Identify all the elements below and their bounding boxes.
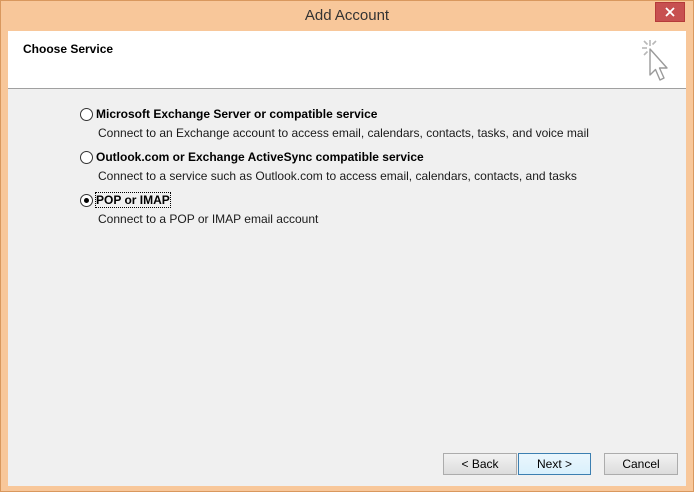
close-button[interactable]	[655, 2, 685, 22]
activesync-description: Connect to a service such as Outlook.com…	[98, 169, 577, 183]
activesync-radio[interactable]	[80, 151, 93, 164]
title-bar[interactable]: Add Account	[1, 1, 693, 31]
close-icon	[665, 7, 675, 17]
back-button[interactable]: < Back	[443, 453, 517, 475]
wizard-client-area: Choose Service Microsoft Exchange Server…	[8, 31, 686, 486]
page-title: Choose Service	[23, 42, 114, 56]
exchange-label[interactable]: Microsoft Exchange Server or compatible …	[96, 107, 377, 121]
exchange-description: Connect to an Exchange account to access…	[98, 126, 589, 140]
activesync-label[interactable]: Outlook.com or Exchange ActiveSync compa…	[96, 150, 424, 164]
cancel-button[interactable]: Cancel	[604, 453, 678, 475]
exchange-radio[interactable]	[80, 108, 93, 121]
wizard-cursor-icon	[642, 40, 668, 81]
add-account-window: Add Account Choose Service Microsoft Exc…	[0, 0, 694, 492]
pop-imap-label[interactable]: POP or IMAP	[95, 192, 171, 208]
pop-imap-radio[interactable]	[80, 194, 93, 207]
wizard-header: Choose Service	[8, 31, 686, 89]
pop-imap-description: Connect to a POP or IMAP email account	[98, 212, 319, 226]
next-button[interactable]: Next >	[518, 453, 591, 475]
window-title: Add Account	[304, 7, 390, 24]
